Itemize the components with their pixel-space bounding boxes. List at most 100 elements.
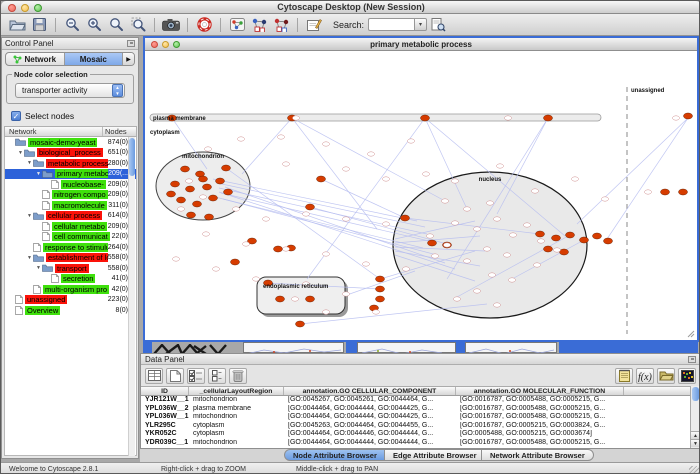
nucleus-region[interactable] — [393, 172, 587, 318]
network-node[interactable] — [177, 197, 186, 203]
network-node[interactable] — [383, 222, 390, 226]
network-node[interactable] — [186, 186, 195, 192]
network-node[interactable] — [186, 179, 193, 183]
network-node[interactable] — [253, 277, 260, 281]
network-node[interactable] — [178, 207, 185, 211]
network-node[interactable] — [423, 172, 430, 176]
network-node[interactable] — [454, 297, 461, 301]
network-node[interactable] — [292, 297, 299, 301]
network-node[interactable] — [552, 235, 561, 241]
node-color-dropdown[interactable]: transporter activity ▲▼ — [15, 83, 125, 98]
network-node[interactable] — [222, 165, 231, 171]
network-node[interactable] — [593, 233, 602, 239]
tree-row[interactable]: cell communicat22(0) — [5, 232, 136, 243]
table-row[interactable]: YLR295Ccytoplasm[GO:0045263, GO:0044464,… — [141, 422, 691, 431]
open-session-button[interactable] — [6, 15, 28, 34]
tree-scrollbar[interactable] — [128, 137, 135, 456]
tree-expand-arrow-icon[interactable]: ▼ — [35, 265, 42, 271]
tab-edge-attribute-browser[interactable]: Edge Attribute Browser — [384, 449, 485, 461]
tree-row[interactable]: multi-organism pro42(0) — [5, 284, 136, 295]
zoom-selected-button[interactable] — [127, 15, 149, 34]
tree-row[interactable]: ▼cellular process614(0) — [5, 211, 136, 222]
network-node[interactable] — [524, 223, 531, 227]
table-row[interactable]: YPL036W__2plasma membrane[GO:0044464, GO… — [141, 405, 691, 414]
network-node[interactable] — [373, 310, 380, 314]
network-node[interactable] — [572, 177, 579, 181]
network-node[interactable] — [484, 247, 491, 251]
tree-row[interactable]: ▼primary metabo209(... — [5, 169, 136, 180]
zoom-in-button[interactable] — [83, 15, 105, 34]
table-row[interactable]: YPL036W__1mitochondrion[GO:0044464, GO:0… — [141, 413, 691, 422]
network-node[interactable] — [368, 152, 375, 156]
network-node[interactable] — [278, 135, 285, 139]
network-node[interactable] — [323, 142, 330, 146]
network-node[interactable] — [544, 246, 553, 252]
network-node[interactable] — [209, 195, 218, 201]
network-window-titlebar[interactable]: primary metabolic process — [145, 38, 697, 51]
network-node[interactable] — [494, 217, 501, 221]
network-node[interactable] — [376, 276, 385, 282]
network-node[interactable] — [323, 310, 330, 314]
network-node[interactable] — [216, 178, 225, 184]
network-node[interactable] — [283, 162, 290, 166]
table-row[interactable]: YJR121W__1mitochondrion[GO:0045267, GO:0… — [141, 396, 691, 405]
network-node[interactable] — [580, 237, 589, 243]
network-node[interactable] — [661, 189, 670, 195]
network-node[interactable] — [554, 248, 561, 252]
float-panel-icon[interactable] — [127, 40, 135, 47]
column-header-cellular-component[interactable]: annotation.GO CELLULAR_COMPONENT — [284, 387, 456, 395]
network-node[interactable] — [233, 207, 240, 211]
annotation-button[interactable] — [303, 15, 325, 34]
attribute-table-button[interactable] — [145, 368, 163, 384]
network-node[interactable] — [173, 257, 180, 261]
column-header-molecular-function[interactable]: annotation.GO MOLECULAR_FUNCTION — [456, 387, 624, 395]
tree-expand-arrow-icon[interactable]: ▼ — [26, 160, 33, 166]
network-node[interactable] — [538, 239, 545, 243]
network-node[interactable] — [263, 217, 270, 221]
tab-node-attribute-browser[interactable]: Node Attribute Browser — [284, 449, 386, 461]
network-node[interactable] — [432, 254, 439, 258]
network-canvas[interactable]: plasma membrane cytoplasm mitochondrion … — [145, 51, 697, 340]
attribute-editor-button[interactable] — [615, 368, 633, 384]
network-node[interactable] — [343, 292, 350, 296]
network-overview-button[interactable] — [226, 15, 248, 34]
tree-row[interactable]: unassigned223(0) — [5, 295, 136, 306]
tree-expand-arrow-icon[interactable]: ▼ — [35, 171, 42, 177]
network-node[interactable] — [497, 164, 504, 168]
network-node[interactable] — [167, 191, 176, 197]
network-node[interactable] — [421, 115, 430, 121]
network-node[interactable] — [684, 113, 693, 119]
network-node[interactable] — [238, 137, 245, 141]
network-node[interactable] — [205, 214, 214, 220]
network-edge[interactable] — [607, 118, 688, 239]
network-node[interactable] — [276, 296, 285, 302]
network-node[interactable] — [544, 115, 553, 121]
network-node[interactable] — [452, 179, 459, 183]
network-node[interactable] — [532, 189, 539, 193]
scroll-down-arrow[interactable]: ▼ — [691, 439, 700, 447]
layout-nodes-red-button[interactable] — [270, 15, 292, 34]
network-node[interactable] — [474, 289, 481, 293]
network-node[interactable] — [536, 231, 545, 237]
network-node[interactable] — [343, 217, 350, 221]
canvas-resize-grip[interactable] — [688, 331, 694, 337]
tree-expand-arrow-icon[interactable]: ▼ — [26, 213, 33, 219]
search-input[interactable] — [368, 18, 414, 31]
network-node[interactable] — [363, 262, 370, 266]
tree-row[interactable]: cellular metabo209(0) — [5, 221, 136, 232]
tab-network[interactable]: Network — [6, 53, 65, 65]
network-node[interactable] — [306, 296, 315, 302]
heatmap-button[interactable] — [678, 368, 696, 384]
table-row[interactable]: YDR039C__1mitochondrion[GO:0044464, GO:0… — [141, 439, 691, 448]
snapshot-button[interactable] — [160, 15, 182, 34]
tree-row[interactable]: ▼biological_process651(0) — [5, 148, 136, 159]
network-node[interactable] — [509, 278, 516, 282]
network-node[interactable] — [243, 242, 250, 246]
tree-row[interactable]: macromolecule311(0) — [5, 200, 136, 211]
network-node[interactable] — [464, 207, 471, 211]
network-node[interactable] — [171, 181, 180, 187]
network-node[interactable] — [203, 184, 212, 190]
network-node[interactable] — [200, 195, 207, 199]
column-header-id[interactable]: ID — [141, 387, 189, 395]
network-edge[interactable] — [219, 188, 427, 234]
